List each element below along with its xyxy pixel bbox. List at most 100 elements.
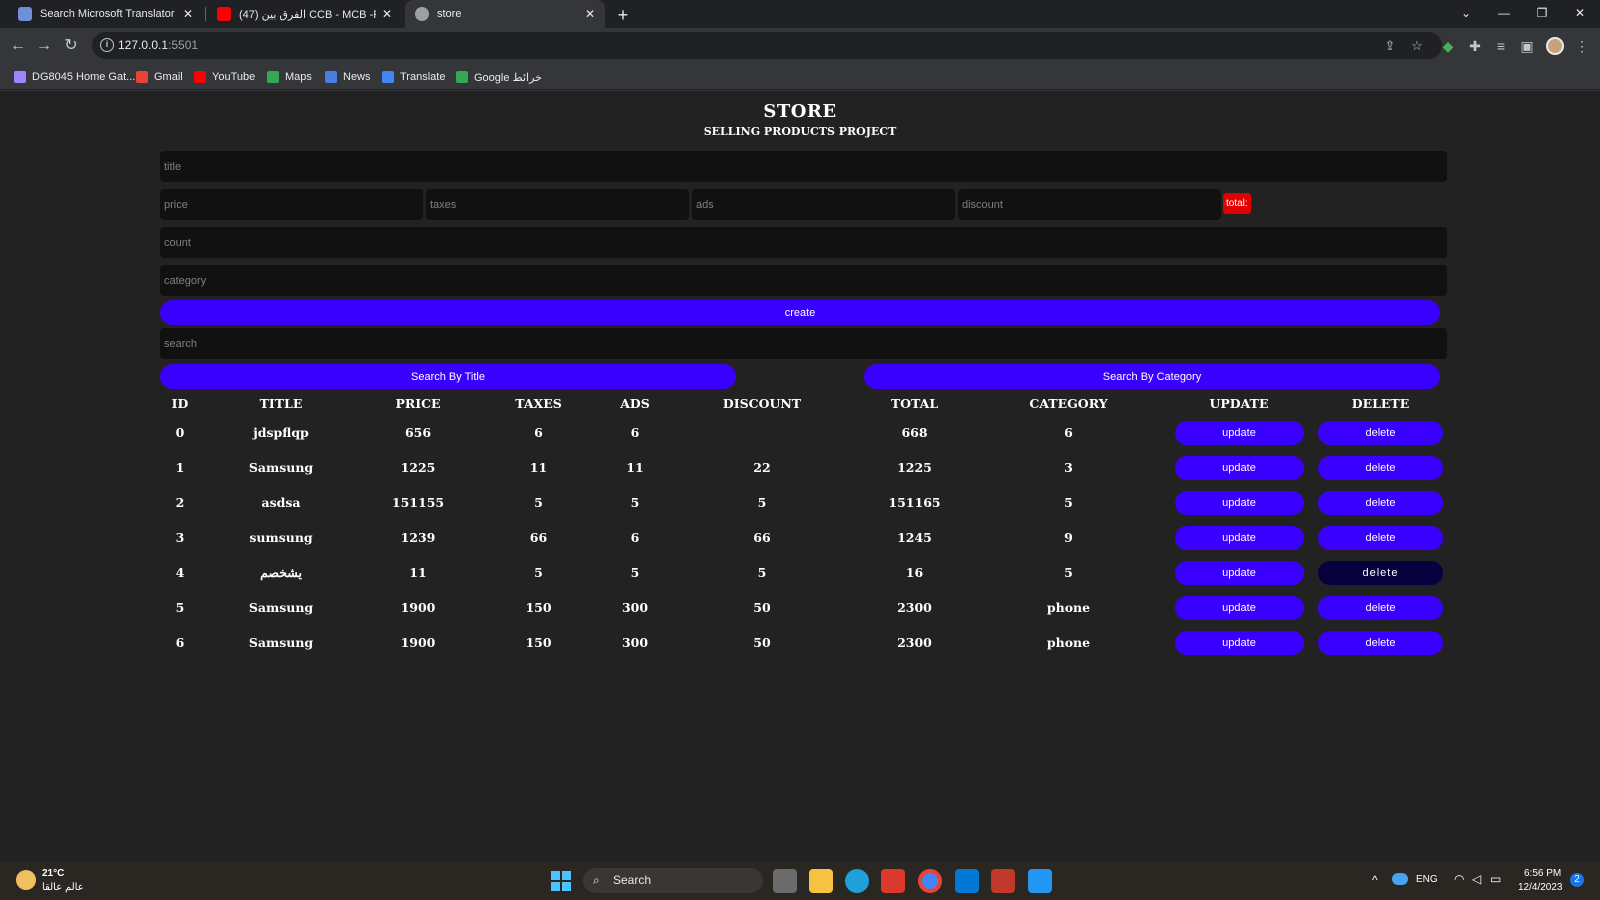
chrome-icon[interactable]: [918, 869, 942, 893]
cell-id: 5: [175, 600, 185, 615]
weather-icon[interactable]: [16, 870, 36, 890]
task-view-icon[interactable]: [773, 869, 797, 893]
bookmark-favicon-icon: [14, 71, 26, 83]
share-icon[interactable]: ⇪: [1382, 38, 1398, 54]
cell-update: update: [1165, 590, 1313, 625]
header-ads: ADS: [620, 395, 650, 411]
window-close-button[interactable]: ✕: [1561, 0, 1599, 28]
title-input[interactable]: [160, 151, 1447, 182]
bookmark-youtube[interactable]: YouTube: [194, 68, 255, 86]
tab-microsoft-translator[interactable]: Search Microsoft Translator - Tra ✕: [8, 0, 203, 28]
delete-button[interactable]: delete: [1318, 560, 1443, 585]
cell-discount: 5: [757, 495, 767, 510]
count-input[interactable]: [160, 227, 1447, 258]
update-button[interactable]: update: [1174, 490, 1304, 515]
cell-update: update: [1165, 520, 1313, 555]
search-input[interactable]: [160, 328, 1447, 359]
app-icon[interactable]: [991, 869, 1015, 893]
app-icon[interactable]: [881, 869, 905, 893]
update-button[interactable]: update: [1174, 560, 1304, 585]
price-input[interactable]: [160, 189, 423, 220]
bookmarks-bar: DG8045 Home Gat... Gmail YouTube Maps Ne…: [0, 63, 1600, 90]
profile-avatar-icon[interactable]: [1546, 37, 1564, 55]
delete-button[interactable]: delete: [1318, 595, 1443, 620]
taxes-input[interactable]: [426, 189, 689, 220]
forward-button[interactable]: →: [32, 34, 56, 58]
back-button[interactable]: ←: [6, 34, 30, 58]
cell-id: 2: [175, 495, 185, 510]
delete-button[interactable]: delete: [1318, 630, 1443, 655]
chevron-up-icon[interactable]: ^: [1372, 873, 1378, 887]
cell-discount: 22: [753, 460, 771, 475]
menu-kebab-icon[interactable]: ⋮: [1572, 36, 1592, 56]
update-button[interactable]: update: [1174, 420, 1304, 445]
bookmark-translate[interactable]: Translate: [382, 68, 445, 86]
discount-input[interactable]: [958, 189, 1221, 220]
search-by-category-button[interactable]: Search By Category: [864, 364, 1440, 389]
battery-icon[interactable]: ▭: [1490, 872, 1501, 886]
puzzle-extensions-icon[interactable]: ✚: [1465, 36, 1485, 56]
update-button[interactable]: update: [1174, 630, 1304, 655]
side-panel-icon[interactable]: ▣: [1517, 36, 1537, 56]
cell-update: update: [1165, 415, 1313, 450]
delete-button[interactable]: delete: [1318, 525, 1443, 550]
search-by-title-button[interactable]: Search By Title: [160, 364, 736, 389]
file-explorer-icon[interactable]: [809, 869, 833, 893]
bookmark-google-maps[interactable]: Google خرائط: [456, 68, 542, 86]
reload-button[interactable]: ↻: [59, 34, 83, 58]
onedrive-icon[interactable]: [1392, 873, 1408, 885]
bookmark-news[interactable]: News: [325, 68, 371, 86]
windows-start-icon[interactable]: [550, 870, 572, 892]
bookmark-gmail[interactable]: Gmail: [136, 68, 183, 86]
cell-delete: delete: [1313, 625, 1448, 660]
new-tab-button[interactable]: +: [612, 4, 634, 26]
notification-badge[interactable]: 2: [1570, 873, 1584, 887]
delete-button[interactable]: delete: [1318, 490, 1443, 515]
cell-total: 2300: [897, 600, 932, 615]
close-icon[interactable]: ✕: [382, 7, 392, 21]
language-indicator[interactable]: ENG: [1416, 874, 1438, 885]
wifi-icon[interactable]: ◠: [1454, 872, 1464, 886]
site-info-icon[interactable]: i: [100, 38, 114, 52]
bookmark-maps[interactable]: Maps: [267, 68, 312, 86]
delete-button[interactable]: delete: [1318, 420, 1443, 445]
bookmark-dg8045[interactable]: DG8045 Home Gat...: [14, 68, 135, 86]
update-button[interactable]: update: [1174, 595, 1304, 620]
cell-total: 16: [905, 565, 924, 580]
volume-icon[interactable]: ◁: [1472, 872, 1481, 886]
header-category: CATEGORY: [1029, 395, 1108, 411]
browser-chrome: Search Microsoft Translator - Tra ✕ (47)…: [0, 0, 1600, 91]
update-button[interactable]: update: [1174, 525, 1304, 550]
url-text: 127.0.0.1:5501: [118, 38, 199, 52]
delete-button[interactable]: delete: [1318, 455, 1443, 480]
bookmark-star-icon[interactable]: ☆: [1409, 38, 1425, 54]
weather-text: عالم عالقا: [42, 882, 84, 893]
extension-icon[interactable]: ◆: [1438, 36, 1458, 56]
tab-store[interactable]: store ✕: [405, 0, 605, 28]
cell-price: 1900: [400, 600, 436, 615]
edge-icon[interactable]: [845, 869, 869, 893]
close-icon[interactable]: ✕: [585, 7, 595, 21]
page-content: STORE SELLING PRODUCTS PROJECT total: cr…: [0, 91, 1600, 861]
close-icon[interactable]: ✕: [183, 7, 193, 21]
clock-date[interactable]: 12/4/2023: [1518, 882, 1563, 893]
update-button[interactable]: update: [1174, 455, 1304, 480]
media-queue-icon[interactable]: ≡: [1491, 36, 1511, 56]
tab-youtube-video[interactable]: (47) الفرق بين CCB - MCB -RCBO ✕: [207, 0, 402, 28]
restore-button[interactable]: ❐: [1523, 0, 1561, 28]
cell-total: 151165: [888, 495, 941, 510]
globe-icon: [415, 7, 429, 21]
cell-id: 6: [175, 635, 185, 650]
category-input[interactable]: [160, 265, 1447, 296]
app-icon[interactable]: [1028, 869, 1052, 893]
cell-ads: 5: [630, 565, 640, 580]
minimize-button[interactable]: —: [1485, 0, 1523, 28]
address-bar[interactable]: i 127.0.0.1:5501 ⇪ ☆: [92, 32, 1442, 59]
create-button[interactable]: create: [160, 300, 1440, 325]
cell-delete: delete: [1313, 520, 1448, 555]
vscode-icon[interactable]: [955, 869, 979, 893]
taskbar-search[interactable]: ⌕ Search: [583, 868, 763, 893]
clock-time[interactable]: 6:56 PM: [1524, 868, 1561, 879]
ads-input[interactable]: [692, 189, 955, 220]
tab-search-chevron-icon[interactable]: ⌄: [1447, 0, 1485, 28]
